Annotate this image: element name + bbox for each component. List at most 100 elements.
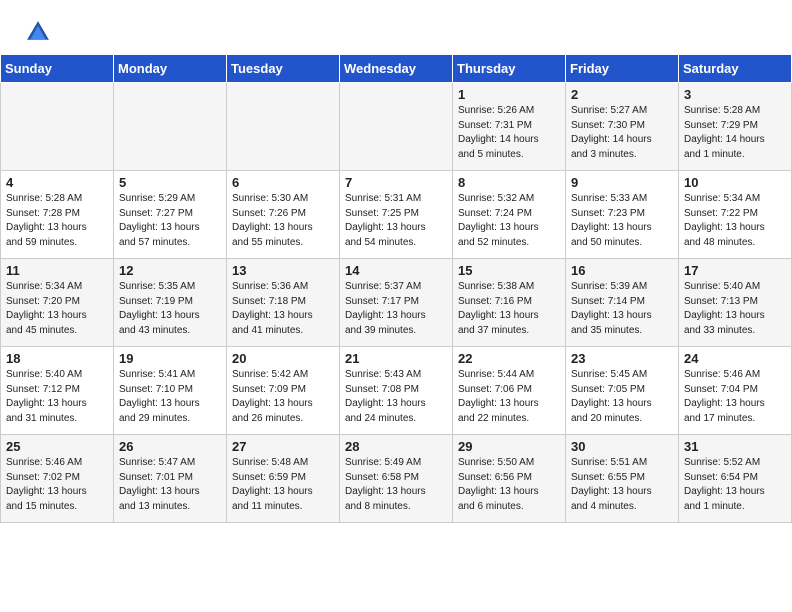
day-number: 29: [458, 439, 560, 454]
day-number: 28: [345, 439, 447, 454]
day-number: 14: [345, 263, 447, 278]
day-number: 1: [458, 87, 560, 102]
day-of-week-friday: Friday: [566, 55, 679, 83]
day-of-week-monday: Monday: [114, 55, 227, 83]
day-info: Sunrise: 5:49 AMSunset: 6:58 PMDaylight:…: [345, 456, 447, 514]
day-number: 6: [232, 175, 334, 190]
logo: [24, 18, 56, 46]
calendar-cell-22: 22 Sunrise: 5:44 AMSunset: 7:06 PMDayligh…: [453, 347, 566, 435]
day-info: Sunrise: 5:38 AMSunset: 7:16 PMDaylight:…: [458, 280, 560, 338]
calendar-cell-4: 4 Sunrise: 5:28 AMSunset: 7:28 PMDaylight…: [1, 171, 114, 259]
day-number: 17: [684, 263, 786, 278]
day-info: Sunrise: 5:41 AMSunset: 7:10 PMDaylight:…: [119, 368, 221, 426]
day-info: Sunrise: 5:36 AMSunset: 7:18 PMDaylight:…: [232, 280, 334, 338]
calendar-table: SundayMondayTuesdayWednesdayThursdayFrid…: [0, 54, 792, 523]
day-number: 13: [232, 263, 334, 278]
calendar-cell-7: 7 Sunrise: 5:31 AMSunset: 7:25 PMDaylight…: [340, 171, 453, 259]
calendar-cell-24: 24Sunrise: 5:46 AMSunset: 7:04 PMDayligh…: [679, 347, 792, 435]
calendar-cell-19: 19Sunrise: 5:41 AMSunset: 7:10 PMDayligh…: [114, 347, 227, 435]
day-info: Sunrise: 5:32 AMSunset: 7:24 PMDaylight:…: [458, 192, 560, 250]
day-info: Sunrise: 5:44 AMSunset: 7:06 PMDaylight:…: [458, 368, 560, 426]
day-info: Sunrise: 5:43 AMSunset: 7:08 PMDaylight:…: [345, 368, 447, 426]
day-number: 5: [119, 175, 221, 190]
day-info: Sunrise: 5:27 AMSunset: 7:30 PMDaylight:…: [571, 104, 673, 162]
calendar-cell-3: 3 Sunrise: 5:28 AMSunset: 7:29 PMDaylight…: [679, 83, 792, 171]
calendar-cell-empty: [340, 83, 453, 171]
calendar-cell-29: 29 Sunrise: 5:50 AMSunset: 6:56 PMDayligh…: [453, 435, 566, 523]
day-number: 8: [458, 175, 560, 190]
calendar-cell-5: 5 Sunrise: 5:29 AMSunset: 7:27 PMDaylight…: [114, 171, 227, 259]
calendar-cell-10: 10 Sunrise: 5:34 AMSunset: 7:22 PMDayligh…: [679, 171, 792, 259]
day-number: 21: [345, 351, 447, 366]
day-info: Sunrise: 5:37 AMSunset: 7:17 PMDaylight:…: [345, 280, 447, 338]
day-info: Sunrise: 5:47 AMSunset: 7:01 PMDaylight:…: [119, 456, 221, 514]
day-header-row: SundayMondayTuesdayWednesdayThursdayFrid…: [1, 55, 792, 83]
day-number: 26: [119, 439, 221, 454]
calendar-cell-27: 27 Sunrise: 5:48 AMSunset: 6:59 PMDayligh…: [227, 435, 340, 523]
day-of-week-saturday: Saturday: [679, 55, 792, 83]
day-number: 23: [571, 351, 673, 366]
day-number: 25: [6, 439, 108, 454]
calendar-cell-31: 31 Sunrise: 5:52 AMSunset: 6:54 PMDayligh…: [679, 435, 792, 523]
day-info: Sunrise: 5:33 AMSunset: 7:23 PMDaylight:…: [571, 192, 673, 250]
week-row-4: 18Sunrise: 5:40 AMSunset: 7:12 PMDayligh…: [1, 347, 792, 435]
day-info: Sunrise: 5:48 AMSunset: 6:59 PMDaylight:…: [232, 456, 334, 514]
day-info: Sunrise: 5:52 AMSunset: 6:54 PMDaylight:…: [684, 456, 786, 514]
day-info: Sunrise: 5:51 AMSunset: 6:55 PMDaylight:…: [571, 456, 673, 514]
day-number: 24: [684, 351, 786, 366]
calendar-cell-empty: [227, 83, 340, 171]
day-info: Sunrise: 5:40 AMSunset: 7:12 PMDaylight:…: [6, 368, 108, 426]
day-number: 22: [458, 351, 560, 366]
calendar-cell-14: 14 Sunrise: 5:37 AMSunset: 7:17 PMDayligh…: [340, 259, 453, 347]
week-row-3: 11Sunrise: 5:34 AMSunset: 7:20 PMDayligh…: [1, 259, 792, 347]
calendar-cell-16: 16 Sunrise: 5:39 AMSunset: 7:14 PMDayligh…: [566, 259, 679, 347]
calendar-cell-13: 13 Sunrise: 5:36 AMSunset: 7:18 PMDayligh…: [227, 259, 340, 347]
day-number: 3: [684, 87, 786, 102]
day-number: 31: [684, 439, 786, 454]
day-number: 30: [571, 439, 673, 454]
day-info: Sunrise: 5:50 AMSunset: 6:56 PMDaylight:…: [458, 456, 560, 514]
day-number: 15: [458, 263, 560, 278]
calendar-cell-2: 2Sunrise: 5:27 AMSunset: 7:30 PMDaylight…: [566, 83, 679, 171]
day-info: Sunrise: 5:46 AMSunset: 7:02 PMDaylight:…: [6, 456, 108, 514]
calendar-cell-25: 25 Sunrise: 5:46 AMSunset: 7:02 PMDayligh…: [1, 435, 114, 523]
calendar-cell-1: 1 Sunrise: 5:26 AMSunset: 7:31 PMDaylight…: [453, 83, 566, 171]
calendar-cell-18: 18Sunrise: 5:40 AMSunset: 7:12 PMDayligh…: [1, 347, 114, 435]
day-info: Sunrise: 5:30 AMSunset: 7:26 PMDaylight:…: [232, 192, 334, 250]
day-info: Sunrise: 5:29 AMSunset: 7:27 PMDaylight:…: [119, 192, 221, 250]
day-info: Sunrise: 5:26 AMSunset: 7:31 PMDaylight:…: [458, 104, 560, 162]
day-number: 4: [6, 175, 108, 190]
calendar-cell-6: 6 Sunrise: 5:30 AMSunset: 7:26 PMDaylight…: [227, 171, 340, 259]
day-info: Sunrise: 5:45 AMSunset: 7:05 PMDaylight:…: [571, 368, 673, 426]
calendar-cell-23: 23 Sunrise: 5:45 AMSunset: 7:05 PMDayligh…: [566, 347, 679, 435]
day-info: Sunrise: 5:31 AMSunset: 7:25 PMDaylight:…: [345, 192, 447, 250]
calendar-cell-9: 9 Sunrise: 5:33 AMSunset: 7:23 PMDaylight…: [566, 171, 679, 259]
calendar-cell-20: 20 Sunrise: 5:42 AMSunset: 7:09 PMDayligh…: [227, 347, 340, 435]
calendar-cell-empty: [114, 83, 227, 171]
calendar-cell-12: 12 Sunrise: 5:35 AMSunset: 7:19 PMDayligh…: [114, 259, 227, 347]
calendar-cell-30: 30 Sunrise: 5:51 AMSunset: 6:55 PMDayligh…: [566, 435, 679, 523]
day-info: Sunrise: 5:34 AMSunset: 7:22 PMDaylight:…: [684, 192, 786, 250]
page-header: [0, 0, 792, 54]
calendar-cell-28: 28 Sunrise: 5:49 AMSunset: 6:58 PMDayligh…: [340, 435, 453, 523]
day-number: 20: [232, 351, 334, 366]
day-number: 27: [232, 439, 334, 454]
day-info: Sunrise: 5:28 AMSunset: 7:29 PMDaylight:…: [684, 104, 786, 162]
day-info: Sunrise: 5:42 AMSunset: 7:09 PMDaylight:…: [232, 368, 334, 426]
week-row-2: 4 Sunrise: 5:28 AMSunset: 7:28 PMDaylight…: [1, 171, 792, 259]
day-info: Sunrise: 5:40 AMSunset: 7:13 PMDaylight:…: [684, 280, 786, 338]
day-number: 9: [571, 175, 673, 190]
day-info: Sunrise: 5:34 AMSunset: 7:20 PMDaylight:…: [6, 280, 108, 338]
day-number: 7: [345, 175, 447, 190]
day-number: 12: [119, 263, 221, 278]
day-number: 16: [571, 263, 673, 278]
day-of-week-sunday: Sunday: [1, 55, 114, 83]
logo-icon: [24, 18, 52, 46]
day-of-week-tuesday: Tuesday: [227, 55, 340, 83]
day-info: Sunrise: 5:28 AMSunset: 7:28 PMDaylight:…: [6, 192, 108, 250]
calendar-cell-15: 15 Sunrise: 5:38 AMSunset: 7:16 PMDayligh…: [453, 259, 566, 347]
day-number: 10: [684, 175, 786, 190]
day-info: Sunrise: 5:35 AMSunset: 7:19 PMDaylight:…: [119, 280, 221, 338]
day-info: Sunrise: 5:39 AMSunset: 7:14 PMDaylight:…: [571, 280, 673, 338]
day-of-week-thursday: Thursday: [453, 55, 566, 83]
